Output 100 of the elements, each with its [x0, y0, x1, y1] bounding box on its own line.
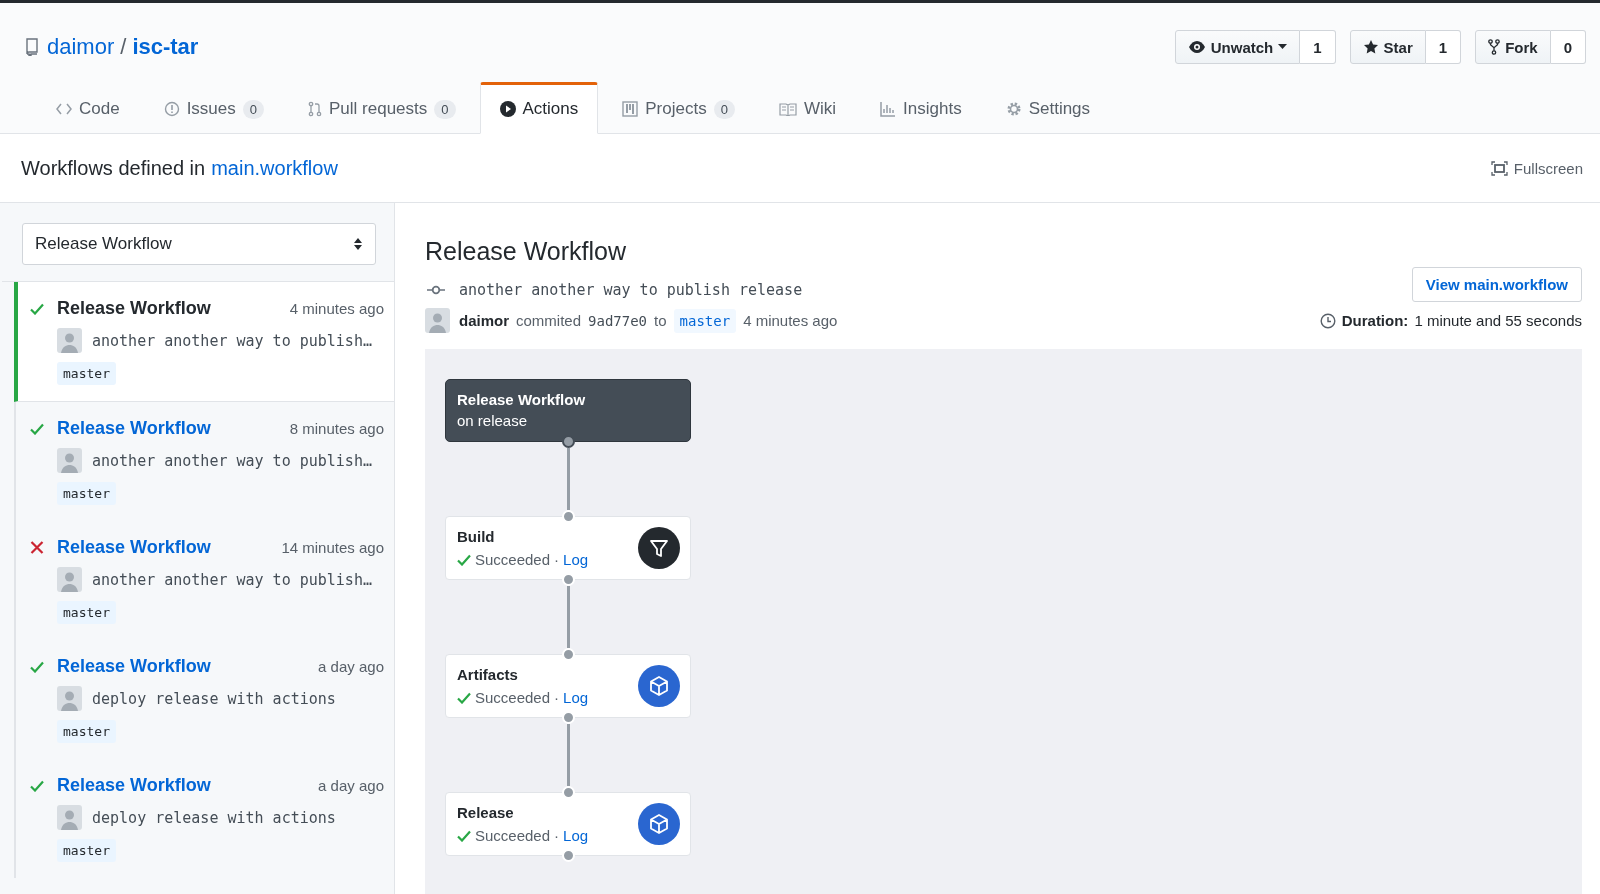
- separator-dot: ·: [554, 551, 560, 568]
- commit-message: another another way to publish…: [92, 451, 372, 470]
- job-card[interactable]: Artifacts Succeeded · Log: [445, 654, 691, 718]
- fullscreen-button[interactable]: Fullscreen: [1490, 159, 1583, 177]
- box-icon: [638, 803, 680, 845]
- repo-tab[interactable]: Settings: [985, 82, 1111, 134]
- log-link[interactable]: Log: [563, 551, 589, 568]
- trigger-title: Release Workflow: [457, 391, 587, 408]
- view-workflow-button[interactable]: View main.workflow: [1411, 267, 1582, 302]
- repo-tab[interactable]: Pull requests 0: [288, 82, 476, 134]
- run-time: 14 minutes ago: [281, 539, 384, 556]
- run-title: Release Workflow: [57, 656, 212, 677]
- author-link[interactable]: daimor: [459, 312, 509, 329]
- path-separator: /: [120, 34, 127, 60]
- avatar: [57, 805, 82, 830]
- issue-icon: [163, 101, 180, 117]
- repo-tab[interactable]: Issues 0: [143, 82, 284, 134]
- job-name: Artifacts: [457, 666, 519, 683]
- workflow-select[interactable]: Release Workflow: [22, 223, 376, 265]
- job-status: Succeeded: [475, 551, 551, 568]
- caret-icon: [1278, 44, 1288, 50]
- log-link[interactable]: Log: [563, 827, 589, 844]
- to-label: to: [654, 312, 667, 329]
- trigger-event: on release: [457, 412, 529, 429]
- avatar: [57, 328, 82, 353]
- fullscreen-icon: [1490, 160, 1508, 176]
- log-link[interactable]: Log: [563, 689, 589, 706]
- workflow-run-item[interactable]: Release Workflow 14 minutes ago another another way to publish… master: [14, 521, 394, 640]
- repo-name-link[interactable]: isc-tar: [132, 34, 199, 60]
- play-icon: [499, 101, 516, 117]
- fork-icon: [1488, 39, 1501, 55]
- repo-tab[interactable]: Projects 0: [602, 82, 755, 134]
- run-time: 8 minutes ago: [289, 420, 384, 437]
- workflow-run-item[interactable]: Release Workflow a day ago deploy release with actions master: [14, 759, 394, 878]
- workflow-title: Release Workflow: [425, 237, 627, 266]
- repo-icon: [25, 38, 39, 56]
- commit-message: deploy release with actions: [92, 808, 336, 827]
- job-name: Build: [457, 528, 496, 545]
- separator-dot: ·: [554, 827, 560, 844]
- select-arrows-icon: [353, 237, 363, 251]
- commit-message: another another way to publish release: [459, 281, 803, 299]
- repo-tab[interactable]: Insights: [860, 82, 982, 134]
- watchers-count[interactable]: 1: [1300, 30, 1336, 64]
- watch-button[interactable]: Unwatch: [1174, 30, 1301, 64]
- run-title: Release Workflow: [57, 775, 212, 796]
- commit-message: deploy release with actions: [92, 689, 336, 708]
- branch-label: master: [57, 601, 116, 624]
- eye-icon: [1187, 40, 1206, 54]
- commit-icon: [427, 285, 445, 295]
- repo-tab[interactable]: Wiki: [758, 82, 857, 134]
- duration-value: 1 minute and 55 seconds: [1414, 312, 1582, 329]
- job-name: Release: [457, 804, 515, 821]
- avatar: [57, 567, 82, 592]
- run-time: a day ago: [318, 777, 384, 794]
- commit-verb: commited: [516, 312, 582, 329]
- duration-label: Duration:: [1341, 312, 1409, 329]
- commit-message: another another way to publish…: [92, 570, 372, 589]
- job-status: Succeeded: [475, 827, 551, 844]
- job-card[interactable]: Build Succeeded · Log: [445, 516, 691, 580]
- repo-tab[interactable]: Actions: [479, 82, 599, 134]
- commit-message: another another way to publish…: [92, 331, 372, 350]
- workflow-file-link[interactable]: main.workflow: [211, 156, 338, 180]
- forks-count[interactable]: 0: [1550, 30, 1586, 64]
- run-time: a day ago: [318, 658, 384, 675]
- box-icon: [638, 665, 680, 707]
- project-board-icon: [622, 101, 639, 117]
- star-button[interactable]: Star: [1349, 30, 1426, 64]
- avatar: [425, 308, 450, 333]
- settings-icon: [1005, 101, 1022, 117]
- owner-link[interactable]: daimor: [47, 34, 115, 60]
- stars-count[interactable]: 1: [1425, 30, 1462, 64]
- run-time: 4 minutes ago: [289, 300, 384, 317]
- workflow-run-item[interactable]: Release Workflow 4 minutes ago another another way to publish… master: [14, 282, 394, 402]
- branch-label: master: [673, 308, 737, 333]
- avatar: [57, 686, 82, 711]
- workflows-label: Workflows defined in: [21, 156, 206, 180]
- branch-label: master: [57, 839, 116, 862]
- commit-time: 4 minutes ago: [743, 312, 838, 329]
- run-title: Release Workflow: [57, 298, 212, 319]
- funnel-icon: [638, 527, 680, 569]
- repo-tab[interactable]: Code: [36, 82, 140, 134]
- commit-sha-link[interactable]: 9ad77e0: [588, 312, 648, 329]
- branch-label: master: [57, 482, 116, 505]
- run-title: Release Workflow: [57, 537, 212, 558]
- fork-button[interactable]: Fork: [1475, 30, 1551, 64]
- workflow-run-item[interactable]: Release Workflow a day ago deploy release with actions master: [14, 640, 394, 759]
- avatar: [57, 448, 82, 473]
- separator-dot: ·: [554, 689, 560, 706]
- job-card[interactable]: Release Succeeded · Log: [445, 792, 691, 856]
- branch-label: master: [57, 362, 116, 385]
- pull-request-icon: [308, 101, 322, 117]
- job-status: Succeeded: [475, 689, 551, 706]
- workflow-run-item[interactable]: Release Workflow 8 minutes ago another another way to publish… master: [14, 402, 394, 521]
- trigger-node[interactable]: Release Workflow on release: [445, 379, 691, 442]
- book-icon: [778, 102, 797, 116]
- code-icon: [56, 103, 72, 115]
- branch-label: master: [57, 720, 116, 743]
- run-title: Release Workflow: [57, 418, 212, 439]
- bar-chart-icon: [880, 101, 897, 117]
- star-icon: [1362, 39, 1379, 55]
